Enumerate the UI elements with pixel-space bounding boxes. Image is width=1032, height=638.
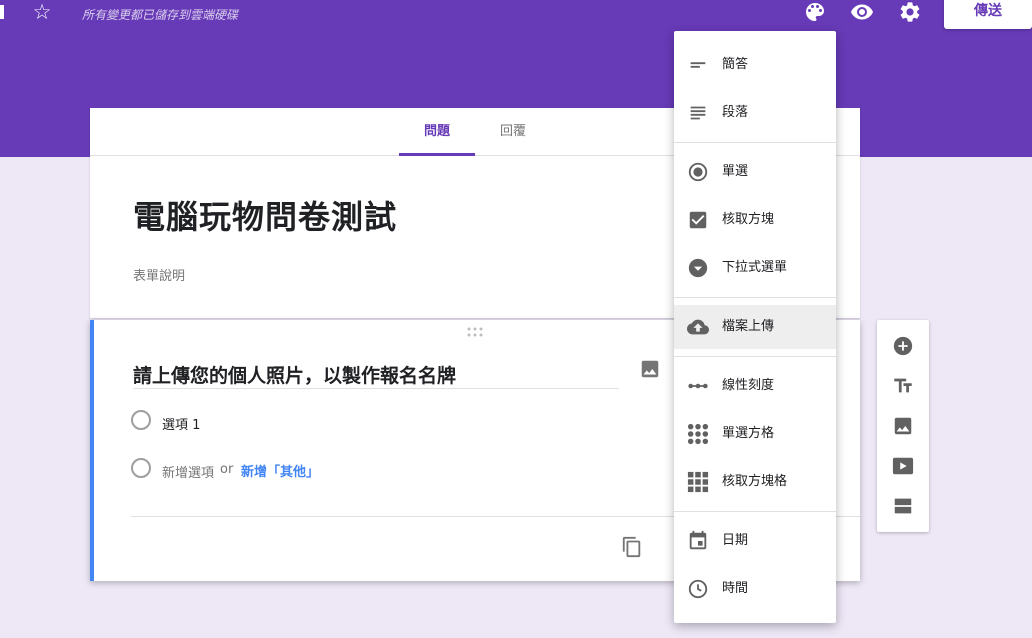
menu-item-label: 檔案上傳 <box>722 319 775 334</box>
image-icon[interactable] <box>639 358 661 380</box>
menu-item-label: 日期 <box>722 533 749 548</box>
question-title-input[interactable]: 請上傳您的個人照片，以製作報名名牌 <box>133 361 619 389</box>
active-tab-indicator <box>399 153 475 156</box>
active-question-indicator <box>90 320 94 581</box>
form-title[interactable]: 電腦玩物問卷測試 <box>133 192 397 238</box>
add-question-icon[interactable] <box>892 335 914 357</box>
title-text-icon[interactable] <box>892 375 914 397</box>
menu-item-label: 核取方塊 <box>722 212 775 227</box>
linear-scale-icon <box>688 383 708 389</box>
menu-divider <box>674 142 836 143</box>
star-icon[interactable]: ☆ <box>31 1 53 23</box>
menu-item-linear-scale[interactable]: 線性刻度 <box>674 364 836 408</box>
menu-item-label: 線性刻度 <box>722 378 775 393</box>
form-description-field[interactable]: 表單說明 <box>133 265 185 284</box>
menu-item-label: 簡答 <box>722 57 749 72</box>
menu-item-label: 單選方格 <box>722 426 775 441</box>
gear-icon[interactable] <box>898 0 922 24</box>
menu-item-multiple-choice-grid[interactable]: 單選方格 <box>674 412 836 456</box>
tab-questions[interactable]: 問題 <box>399 108 475 156</box>
grid-squares-icon <box>687 471 709 493</box>
checkbox-icon <box>689 211 707 229</box>
menu-item-label: 段落 <box>722 105 749 120</box>
paragraph-icon <box>690 106 706 120</box>
saved-status: 所有變更都已儲存到雲端硬碟 <box>82 8 239 22</box>
radio-icon <box>688 162 708 182</box>
add-other-link[interactable]: 新增「其他」 <box>241 461 319 480</box>
menu-item-time[interactable]: 時間 <box>674 567 836 611</box>
copy-icon[interactable] <box>621 536 643 558</box>
cloud-upload-icon <box>687 319 709 335</box>
grid-dots-icon <box>687 423 709 445</box>
menu-item-paragraph[interactable]: 段落 <box>674 91 836 135</box>
or-text: or <box>220 462 234 477</box>
menu-item-label: 單選 <box>722 164 749 179</box>
add-video-icon[interactable] <box>892 455 914 477</box>
menu-divider <box>674 356 836 357</box>
menu-item-file-upload[interactable]: 檔案上傳 <box>674 305 836 349</box>
radio-option-1 <box>131 410 151 430</box>
radio-add-option <box>131 458 151 478</box>
menu-item-label: 下拉式選單 <box>722 260 788 275</box>
option-label[interactable]: 選項 1 <box>162 414 200 433</box>
question-type-menu: 簡答 段落 單選 核取方塊 下拉式選單 檔案上傳 線性刻度 單選方格 核取方塊格… <box>674 31 836 623</box>
menu-item-multiple-choice[interactable]: 單選 <box>674 150 836 194</box>
menu-item-label: 核取方塊格 <box>722 474 788 489</box>
clock-icon <box>688 579 708 599</box>
dropdown-icon <box>688 258 708 278</box>
add-option-link[interactable]: 新增選項 <box>162 462 214 481</box>
menu-item-date[interactable]: 日期 <box>674 519 836 563</box>
palette-icon[interactable] <box>803 0 827 24</box>
menu-divider <box>674 297 836 298</box>
menu-divider <box>674 511 836 512</box>
add-section-icon[interactable] <box>892 495 914 517</box>
tab-responses[interactable]: 回覆 <box>475 108 551 156</box>
eye-icon[interactable] <box>850 0 874 24</box>
short-answer-icon <box>690 62 706 68</box>
menu-item-checkboxes[interactable]: 核取方塊 <box>674 198 836 242</box>
menu-item-dropdown[interactable]: 下拉式選單 <box>674 246 836 290</box>
menu-item-checkbox-grid[interactable]: 核取方塊格 <box>674 460 836 504</box>
forms-logo-edge <box>0 5 4 19</box>
side-toolbar <box>877 320 929 532</box>
menu-item-short-answer[interactable]: 簡答 <box>674 43 836 87</box>
calendar-icon <box>689 530 707 550</box>
menu-item-label: 時間 <box>722 581 749 596</box>
drag-handle-icon[interactable] <box>467 327 483 337</box>
send-button[interactable]: 傳送 <box>944 0 1032 29</box>
add-image-icon[interactable] <box>892 415 914 437</box>
